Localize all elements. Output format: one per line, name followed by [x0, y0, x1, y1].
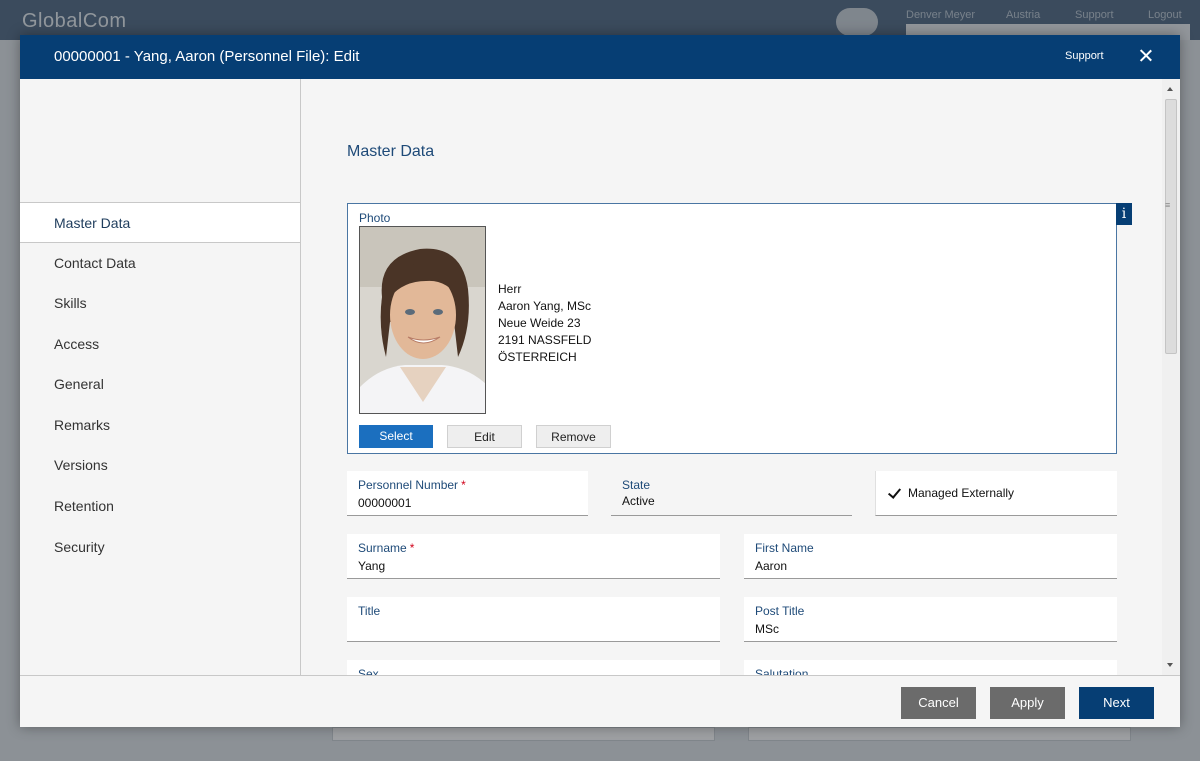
first-name-value: Aaron [755, 559, 788, 573]
personnel-number-field[interactable]: Personnel Number * 00000001 [347, 471, 588, 516]
sidebar-item-skills[interactable]: Skills [20, 283, 300, 323]
next-button[interactable]: Next [1079, 687, 1154, 719]
address-block: Herr Aaron Yang, MSc Neue Weide 23 2191 … [498, 281, 591, 366]
surname-field[interactable]: Surname * Yang [347, 534, 720, 579]
sidebar-item-security[interactable]: Security [20, 527, 300, 567]
surname-label: Surname * [358, 541, 415, 555]
sidebar-header [20, 79, 300, 203]
address-line: Aaron Yang, MSc [498, 299, 591, 313]
dialog-title: 00000001 - Yang, Aaron (Personnel File):… [54, 48, 360, 65]
sex-label: Sex [358, 667, 379, 675]
sidebar: Master Data Contact Data Skills Access G… [20, 79, 301, 675]
state-label: State [622, 478, 651, 492]
personnel-number-value: 00000001 [358, 496, 412, 510]
first-name-label: First Name [755, 541, 814, 555]
section-title: Master Data [347, 143, 435, 160]
dialog-header: 00000001 - Yang, Aaron (Personnel File):… [20, 35, 1180, 79]
sidebar-item-general[interactable]: General [20, 364, 300, 404]
managed-externally-label: Managed Externally [908, 486, 1015, 500]
sidebar-item-remarks[interactable]: Remarks [20, 405, 300, 445]
portrait-illustration [360, 227, 485, 413]
edit-photo-button[interactable]: Edit [447, 425, 522, 448]
dialog-footer: Cancel Apply Next [20, 675, 1180, 727]
state-value: Active [622, 494, 655, 508]
required-marker: * [409, 541, 415, 555]
apply-button[interactable]: Apply [990, 687, 1065, 719]
address-line: 2191 NASSFELD [498, 333, 592, 347]
sidebar-item-contact-data[interactable]: Contact Data [20, 243, 300, 283]
post-title-value: MSc [755, 622, 779, 636]
profile-photo [359, 226, 486, 414]
scroll-down-arrow-icon[interactable] [1167, 663, 1173, 667]
photo-panel: Photo i Herr Aaron Yang, MSc Neue Weide … [347, 203, 1132, 454]
managed-externally-checkbox[interactable] [887, 486, 901, 500]
scrollbar-grip-icon: ≡ [1165, 200, 1171, 210]
vertical-scrollbar[interactable]: ≡ [1162, 79, 1180, 675]
salutation-label: Salutation [755, 667, 809, 675]
title-label: Title [358, 604, 381, 618]
sidebar-item-access[interactable]: Access [20, 324, 300, 364]
remove-photo-button[interactable]: Remove [536, 425, 611, 448]
close-icon[interactable] [1136, 46, 1156, 66]
sidebar-item-master-data[interactable]: Master Data [20, 203, 300, 243]
photo-label: Photo [359, 211, 391, 225]
managed-externally-field[interactable]: Managed Externally [875, 471, 1117, 516]
edit-dialog: 00000001 - Yang, Aaron (Personnel File):… [20, 35, 1180, 727]
sidebar-item-versions[interactable]: Versions [20, 445, 300, 485]
support-link[interactable]: Support [1065, 50, 1104, 62]
address-line: Herr [498, 282, 522, 296]
surname-value: Yang [358, 559, 386, 573]
select-photo-button[interactable]: Select [359, 425, 433, 448]
post-title-label: Post Title [755, 604, 805, 618]
scrollbar-thumb[interactable] [1165, 99, 1177, 354]
sidebar-item-retention[interactable]: Retention [20, 486, 300, 526]
personnel-number-label: Personnel Number * [358, 478, 466, 492]
cancel-button[interactable]: Cancel [901, 687, 976, 719]
scroll-up-arrow-icon[interactable] [1167, 87, 1173, 91]
state-field: State Active [611, 471, 852, 516]
address-line: Neue Weide 23 [498, 316, 581, 330]
sex-field[interactable]: Sex [347, 660, 720, 675]
title-field[interactable]: Title [347, 597, 720, 642]
post-title-field[interactable]: Post Title MSc [744, 597, 1117, 642]
info-icon[interactable]: i [1116, 203, 1132, 225]
main-content: Master Data Photo i Herr Aaron Yang, MSc… [302, 79, 1162, 675]
salutation-field[interactable]: Salutation [744, 660, 1117, 675]
required-marker: * [461, 478, 466, 492]
address-line: ÖSTERREICH [498, 350, 577, 364]
first-name-field[interactable]: First Name Aaron [744, 534, 1117, 579]
